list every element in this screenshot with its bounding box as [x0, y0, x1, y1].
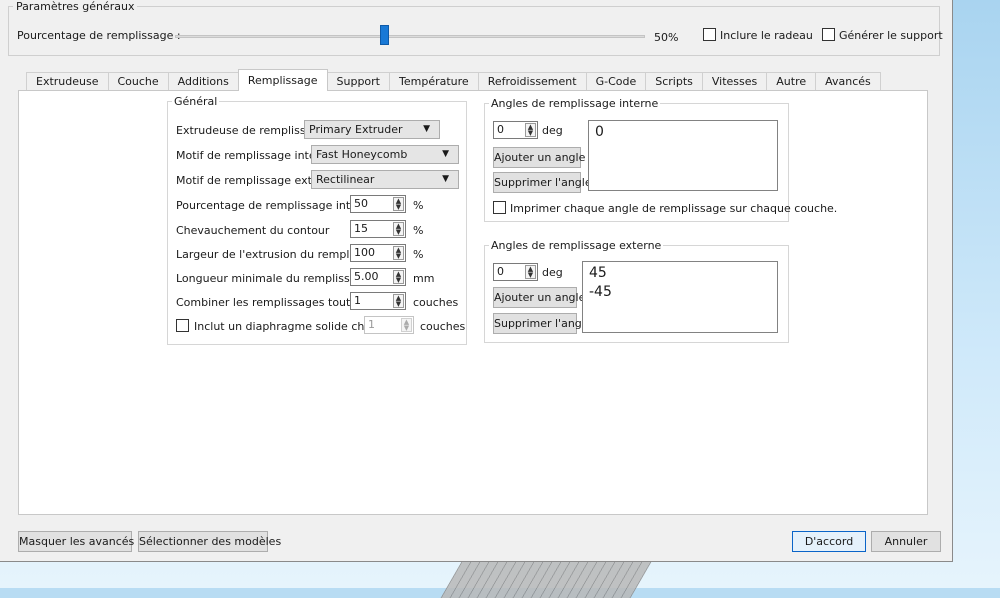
spin-arrows-icon[interactable]: ▲ ▼ [393, 222, 404, 236]
spin-arrows-icon[interactable]: ▲ ▼ [525, 123, 536, 137]
combine-value: 1 [354, 294, 361, 307]
fill-percentage-label: Pourcentage de remplissage : [17, 29, 181, 42]
ok-button[interactable]: D'accord [792, 531, 866, 552]
inner-percentage-unit: % [413, 199, 424, 212]
support-checkbox[interactable] [822, 28, 835, 41]
infill-tab-page: Général Extrudeuse de remplissage Primar… [18, 90, 928, 515]
min-length-spinbox[interactable]: 5.00 ▲ ▼ [350, 268, 406, 286]
raft-checkbox[interactable] [703, 28, 716, 41]
tab-gcode[interactable]: G-Code [585, 72, 647, 91]
inner-percentage-spinbox[interactable]: 50 ▲ ▼ [350, 195, 406, 213]
infill-general-legend: Général [174, 95, 218, 108]
overlap-spinbox[interactable]: 15 ▲ ▼ [350, 220, 406, 238]
spin-arrows-icon[interactable]: ▲ ▼ [393, 294, 404, 308]
general-settings-legend: Paramètres généraux [16, 0, 135, 13]
outer-pattern-select-value: Rectilinear [316, 173, 375, 186]
combine-unit: couches [413, 296, 459, 309]
combine-label: Combiner les remplissages tout les [176, 296, 370, 309]
diaphragm-label: Inclut un diaphragme solide chaque [194, 320, 392, 333]
diaphragm-value: 1 [368, 318, 375, 331]
tab-temperature[interactable]: Température [389, 72, 479, 91]
inner-angles-legend: Angles de remplissage interne [491, 97, 659, 110]
print-each-angle-label: Imprimer chaque angle de remplissage sur… [510, 202, 838, 215]
tab-couche[interactable]: Couche [107, 72, 169, 91]
inner-add-angle-button[interactable]: Ajouter un angle [493, 147, 585, 168]
tab-remplissage[interactable]: Remplissage [237, 69, 328, 91]
cancel-button[interactable]: Annuler [871, 531, 941, 552]
spin-arrows-icon[interactable]: ▲ ▼ [393, 197, 404, 211]
chevron-down-icon: ▼ [442, 149, 449, 159]
combine-spinbox[interactable]: 1 ▲ ▼ [350, 292, 406, 310]
raft-label: Inclure le radeau [720, 29, 813, 42]
settings-tabs: Extrudeuse Couche Additions Remplissage … [26, 69, 881, 91]
tab-additions[interactable]: Additions [167, 72, 239, 91]
diaphragm-checkbox[interactable] [176, 319, 189, 332]
tab-autre[interactable]: Autre [766, 72, 817, 91]
chevron-down-icon: ▼ [423, 124, 430, 134]
tab-scripts[interactable]: Scripts [645, 72, 703, 91]
overlap-unit: % [413, 224, 424, 237]
list-item[interactable]: 45 [589, 264, 771, 283]
tab-vitesses[interactable]: Vitesses [701, 72, 768, 91]
select-models-button[interactable]: Sélectionner des modèles [138, 531, 281, 552]
inner-pattern-select[interactable]: Fast Honeycomb ▼ [311, 145, 459, 164]
extrusion-width-value: 100 [354, 246, 375, 259]
tab-refroidissement[interactable]: Refroidissement [477, 72, 587, 91]
spin-arrows-icon[interactable]: ▲ ▼ [525, 265, 536, 279]
chevron-down-icon: ▼ [442, 174, 449, 184]
tab-extrudeuse[interactable]: Extrudeuse [26, 72, 109, 91]
outer-angles-list[interactable]: 45 -45 [582, 261, 778, 333]
support-label: Générer le support [839, 29, 943, 42]
inner-percentage-value: 50 [354, 197, 368, 210]
print-each-angle-checkbox[interactable] [493, 201, 506, 214]
inner-angle-value: 0 [497, 123, 504, 136]
outer-angle-spinbox[interactable]: 0 ▲ ▼ [493, 263, 538, 281]
min-length-unit: mm [413, 272, 435, 285]
print-settings-dialog: Paramètres généraux Pourcentage de rempl… [0, 0, 953, 562]
min-length-value: 5.00 [354, 270, 379, 283]
outer-angles-legend: Angles de remplissage externe [491, 239, 662, 252]
diaphragm-unit: couches [420, 320, 466, 333]
outer-angle-value: 0 [497, 265, 504, 278]
extruder-select-value: Primary Extruder [309, 123, 403, 136]
spin-arrows-icon[interactable]: ▲ ▼ [393, 246, 404, 260]
list-item[interactable]: 0 [595, 123, 771, 142]
inner-remove-angle-button[interactable]: Supprimer l'angle [493, 172, 592, 193]
inner-percentage-label: Pourcentage de remplissage interne [176, 199, 376, 212]
outer-angle-unit: deg [542, 266, 563, 279]
general-settings-group: Paramètres généraux [8, 0, 940, 56]
tab-avances[interactable]: Avancés [815, 72, 881, 91]
min-length-label: Longueur minimale du remplissage [176, 272, 371, 285]
outer-pattern-select[interactable]: Rectilinear ▼ [311, 170, 459, 189]
inner-angles-list[interactable]: 0 [588, 120, 778, 191]
spin-arrows-icon[interactable]: ▲ ▼ [393, 270, 404, 284]
extruder-select[interactable]: Primary Extruder ▼ [304, 120, 440, 139]
list-item[interactable]: -45 [589, 283, 771, 302]
extrusion-width-unit: % [413, 248, 424, 261]
extrusion-width-spinbox[interactable]: 100 ▲ ▼ [350, 244, 406, 262]
hide-advanced-button[interactable]: Masquer les avancés [18, 531, 134, 552]
outer-remove-angle-button[interactable]: Supprimer l'angle [493, 313, 592, 334]
fill-slider-thumb[interactable] [380, 25, 389, 45]
outer-add-angle-button[interactable]: Ajouter un angle [493, 287, 585, 308]
inner-pattern-select-value: Fast Honeycomb [316, 148, 408, 161]
overlap-label: Chevauchement du contour [176, 224, 330, 237]
diaphragm-spinbox[interactable]: 1 ▲ ▼ [364, 316, 414, 334]
overlap-value: 15 [354, 222, 368, 235]
fill-percentage-value: 50% [654, 31, 679, 44]
tab-support[interactable]: Support [326, 72, 390, 91]
inner-angle-unit: deg [542, 124, 563, 137]
spin-arrows-icon[interactable]: ▲ ▼ [401, 318, 412, 332]
inner-angle-spinbox[interactable]: 0 ▲ ▼ [493, 121, 538, 139]
fill-slider-track[interactable] [175, 35, 645, 38]
